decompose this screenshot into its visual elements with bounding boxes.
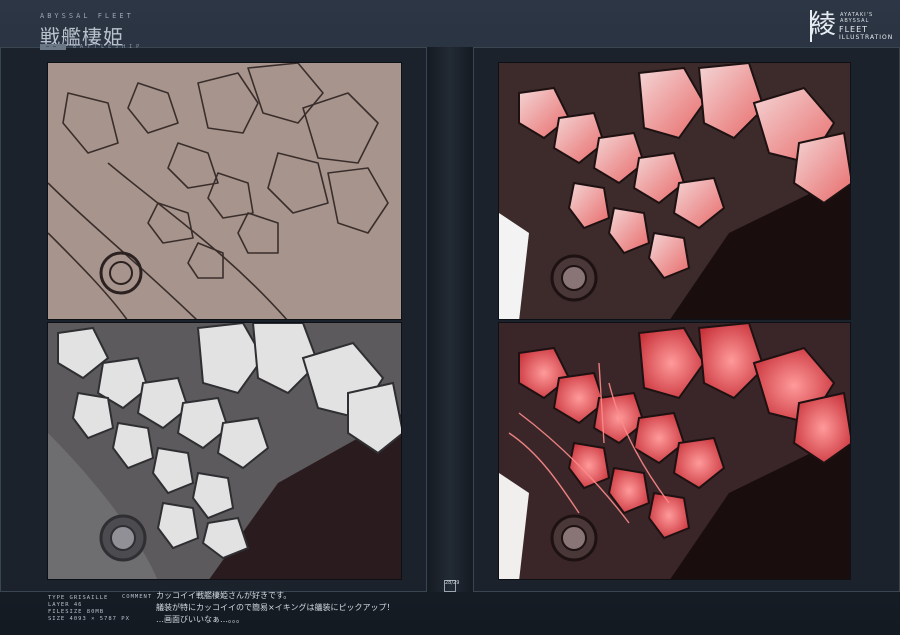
comment-line3: …画面びいいなぁ…。。。: [156, 615, 244, 624]
subtitle-text: BATTLESHIP: [73, 44, 144, 50]
spec-layer: LAYER 46: [48, 602, 83, 608]
spec-filesize: FILESIZE 80MB: [48, 609, 105, 615]
glow-illustration: [499, 323, 850, 579]
logo-kanji: 綾: [810, 10, 837, 40]
specs-block: TYPE GRISAILLE LAYER 46 FILESIZE 80MB SI…: [48, 595, 130, 623]
comment-line2: 艤装が特にカッコイイので簡易×イキングは艤装にピックアップ！: [156, 603, 395, 612]
book-spine: [427, 47, 473, 592]
logo-line4: ILLUSTRATION: [839, 34, 894, 41]
logo-text-small: AYATAKI'S ABYSSAL: [840, 12, 873, 24]
panel-sketch: [47, 62, 402, 320]
sketch-illustration: [48, 63, 389, 319]
logo-line3: FLEET: [839, 25, 869, 34]
spec-type: TYPE GRISAILLE: [48, 595, 109, 601]
comment-label: COMMENT: [122, 594, 153, 600]
logo-line2: ABYSSAL: [840, 18, 870, 24]
series-english: ABYSSAL FLEET: [40, 12, 134, 20]
panel-glow: [498, 322, 851, 580]
header-subtitle: —— BATTLESHIP: [40, 44, 143, 50]
subtitle-tag: ——: [40, 44, 67, 50]
panel-colored: [498, 62, 851, 320]
colored-illustration: [499, 63, 850, 319]
brand-logo: 綾 AYATAKI'S ABYSSAL FLEET ILLUSTRATION: [810, 8, 892, 46]
panel-grisaille: [47, 322, 402, 580]
logo-text-large: FLEET ILLUSTRATION: [839, 26, 893, 42]
grisaille-illustration: [48, 323, 401, 579]
comment-text: カッコイイ戦艦棲姫さんが好きです。 艤装が特にカッコイイので簡易×イキングは艤装…: [156, 590, 394, 626]
page-number: 28/29: [444, 580, 459, 592]
comment-line1: カッコイイ戦艦棲姫さんが好きです。: [156, 591, 292, 600]
spec-size: SIZE 4093 × 5787 PX: [48, 616, 130, 622]
